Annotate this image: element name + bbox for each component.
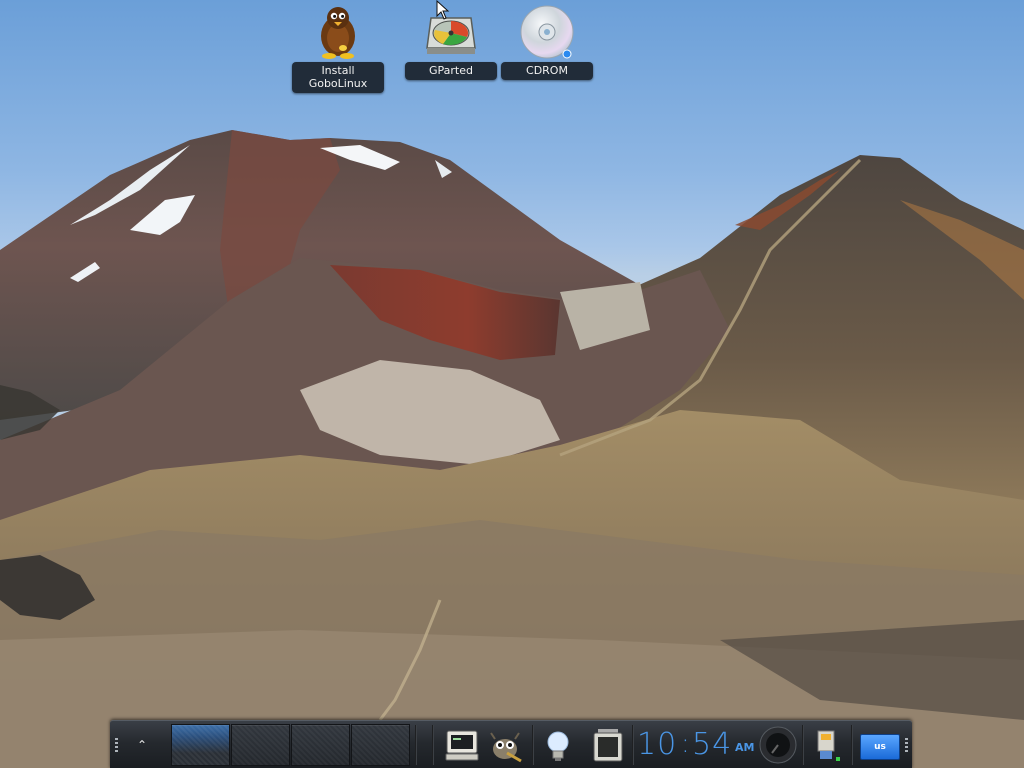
panel-right-grip[interactable] xyxy=(905,738,908,752)
cdrom-disc-icon xyxy=(520,5,574,59)
cdrom-label: CDROM xyxy=(501,62,593,80)
panel-left-grip[interactable] xyxy=(115,738,118,752)
clock-colon: : xyxy=(681,729,690,759)
workspace-3[interactable] xyxy=(291,724,350,766)
desktop-wallpaper xyxy=(0,130,1024,768)
lightbulb-icon[interactable] xyxy=(538,725,578,765)
cdrom-desktop-icon[interactable]: CDROM xyxy=(501,4,593,80)
battery-icon[interactable] xyxy=(588,725,628,765)
gparted-disk-icon xyxy=(426,17,476,54)
panel-separator xyxy=(851,725,853,765)
gimp-icon[interactable] xyxy=(485,725,525,765)
panel-separator xyxy=(802,725,804,765)
panel-separator xyxy=(415,725,417,765)
install-gobolinux-label: Install GoboLinux xyxy=(292,62,384,93)
panel-expand-button[interactable]: ⌃ xyxy=(130,735,154,755)
mouse-cursor-icon xyxy=(436,0,450,20)
gparted-label: GParted xyxy=(405,62,497,80)
panel-separator xyxy=(632,725,634,765)
gobolinux-penguin-icon xyxy=(321,7,355,59)
panel-clock[interactable]: 10 : 54 AM xyxy=(637,725,755,765)
panel-separator xyxy=(532,725,534,765)
terminal-computer-icon[interactable] xyxy=(442,725,482,765)
clock-hours: 10 xyxy=(637,727,678,762)
network-cable-icon[interactable] xyxy=(806,725,846,765)
bottom-panel: ⌃ 10: 54 AM us xyxy=(110,720,912,768)
clock-minutes: 54 xyxy=(692,727,733,762)
workspace-1[interactable] xyxy=(171,724,230,766)
panel-separator xyxy=(432,725,434,765)
keyboard-layout-indicator[interactable]: us xyxy=(860,734,900,760)
volume-knob-icon[interactable] xyxy=(758,725,798,765)
gparted-desktop-icon[interactable]: GParted xyxy=(405,4,497,80)
workspace-2[interactable] xyxy=(231,724,290,766)
clock-ampm: AM xyxy=(735,741,755,754)
desktop: Install GoboLinux GParted CDROM ⌃ 10: 5… xyxy=(0,0,1024,768)
install-gobolinux-desktop-icon[interactable]: Install GoboLinux xyxy=(292,4,384,93)
workspace-4[interactable] xyxy=(351,724,410,766)
